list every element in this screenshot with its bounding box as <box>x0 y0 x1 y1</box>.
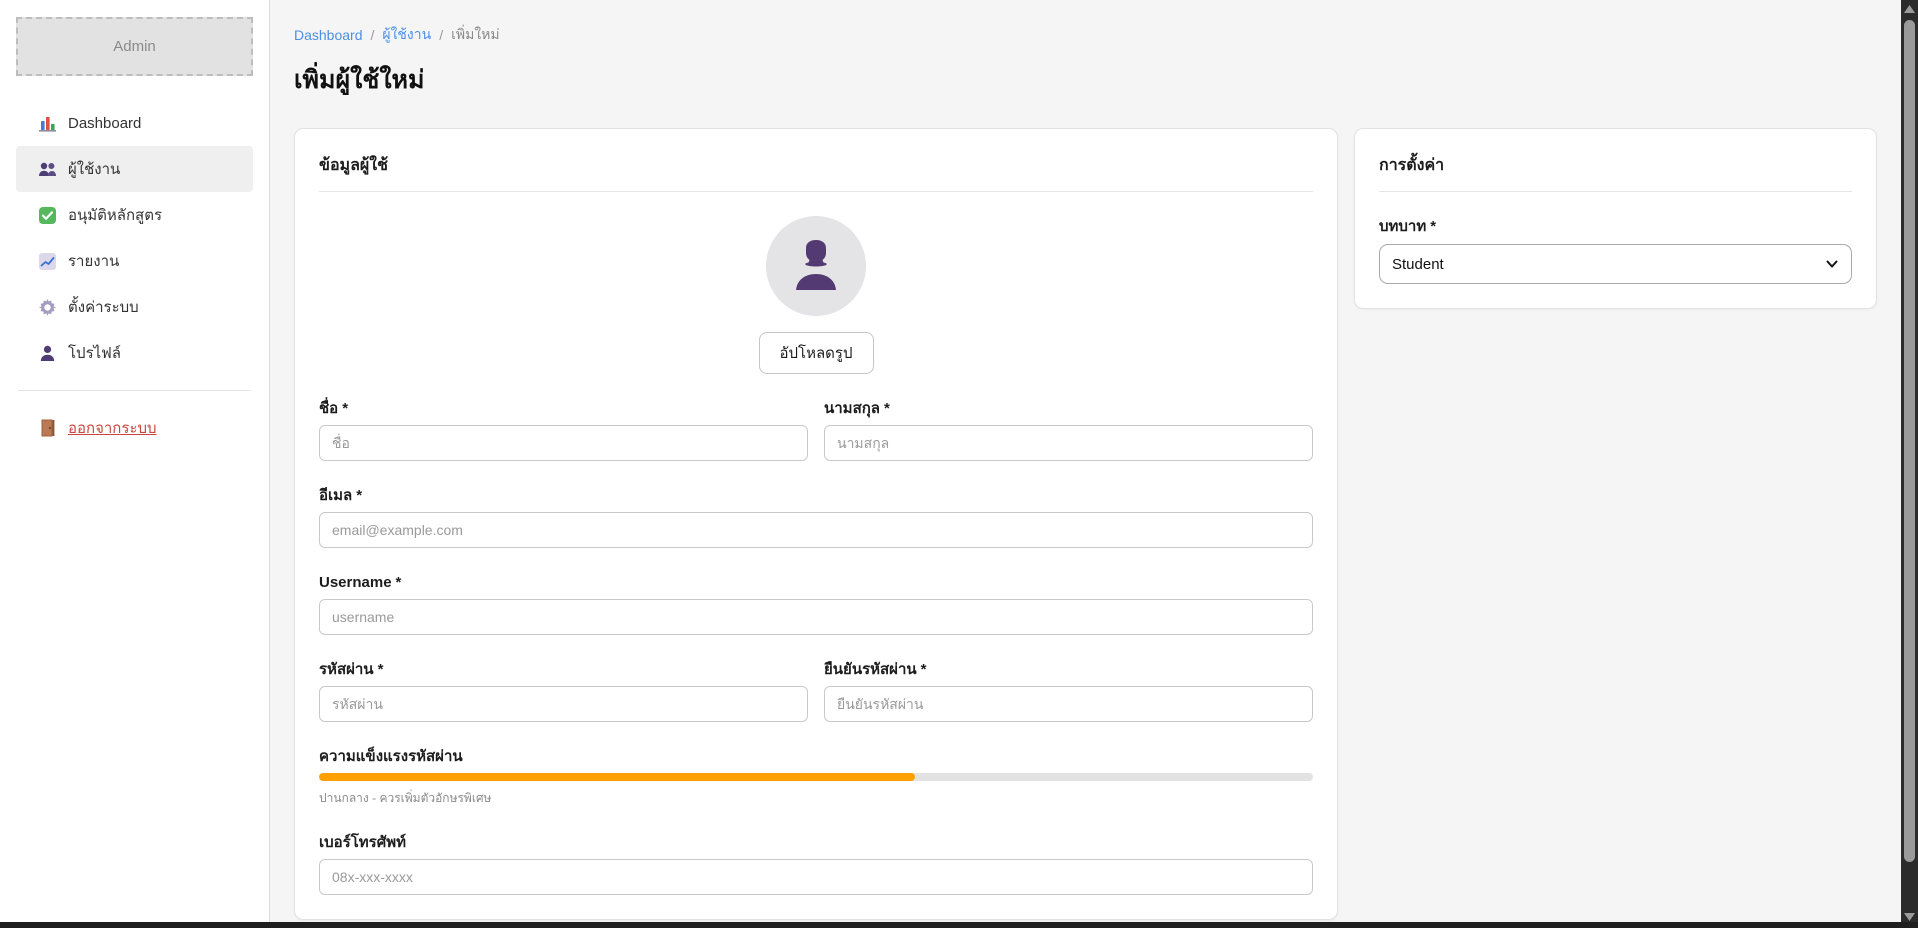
avatar-section: อัปโหลดรูป <box>319 216 1313 374</box>
email-input[interactable] <box>319 512 1313 548</box>
confirm-password-label: ยืนยันรหัสผ่าน* <box>824 659 1313 681</box>
required-asterisk: * <box>921 661 927 678</box>
approve-check-icon <box>38 206 57 225</box>
role-select-wrap: Student <box>1379 244 1852 284</box>
admin-logo-text: Admin <box>113 38 156 55</box>
sidebar-item-label: ผู้ใช้งาน <box>68 157 120 181</box>
last-name-input[interactable] <box>824 425 1313 461</box>
password-strength-fill <box>319 773 915 781</box>
password-strength-bar <box>319 773 1313 781</box>
password-label: รหัสผ่าน* <box>319 659 808 681</box>
required-asterisk: * <box>884 400 890 417</box>
scrollbar-thumb[interactable] <box>1904 20 1915 862</box>
dashboard-icon <box>38 114 57 133</box>
sidebar-item-system-settings[interactable]: ตั้งค่าระบบ <box>16 284 253 330</box>
confirm-password-input[interactable] <box>824 686 1313 722</box>
role-select[interactable]: Student <box>1379 244 1852 284</box>
sidebar-item-reports[interactable]: รายงาน <box>16 238 253 284</box>
sidebar-item-profile[interactable]: โปรไฟล์ <box>16 330 253 376</box>
last-name-label: นามสกุล* <box>824 398 1313 420</box>
user-info-card: ข้อมูลผู้ใช้ อัปโหลดรูป ชื่อ* นามสกุล* <box>294 128 1338 920</box>
required-asterisk: * <box>396 574 402 591</box>
bottom-edge-bar <box>0 922 1918 928</box>
gear-icon <box>38 298 57 317</box>
sidebar-item-label: รายงาน <box>68 249 119 273</box>
users-icon <box>38 160 57 179</box>
sidebar-item-label: ตั้งค่าระบบ <box>68 295 139 319</box>
sidebar: Admin Dashboard ผู้ใช้งาน อนุมัติหลักสูต… <box>0 0 270 928</box>
breadcrumb-separator: / <box>371 27 375 43</box>
report-chart-icon <box>38 252 57 271</box>
settings-card-title: การตั้งค่า <box>1379 153 1852 192</box>
password-strength-label: ความแข็งแรงรหัสผ่าน <box>319 746 1313 768</box>
breadcrumb-separator: / <box>439 27 443 43</box>
first-name-input[interactable] <box>319 425 808 461</box>
sidebar-nav: Dashboard ผู้ใช้งาน อนุมัติหลักสูตร รายง… <box>16 100 253 376</box>
logout-link[interactable]: ออกจากระบบ <box>16 405 253 451</box>
user-info-card-title: ข้อมูลผู้ใช้ <box>319 153 1313 192</box>
required-asterisk: * <box>342 400 348 417</box>
sidebar-divider <box>18 390 251 391</box>
settings-card: การตั้งค่า บทบาท* Student <box>1354 128 1877 309</box>
password-strength-helper: ปานกลาง - ควรเพิ่มตัวอักษรพิเศษ <box>319 789 1313 808</box>
sidebar-item-dashboard[interactable]: Dashboard <box>16 100 253 146</box>
first-name-label: ชื่อ* <box>319 398 808 420</box>
avatar-person-icon <box>790 238 842 294</box>
vertical-scrollbar[interactable] <box>1901 0 1918 928</box>
logout-label: ออกจากระบบ <box>68 416 157 440</box>
password-input[interactable] <box>319 686 808 722</box>
door-icon <box>38 419 57 438</box>
scroll-up-icon[interactable] <box>1904 5 1915 13</box>
phone-label: เบอร์โทรศัพท์ <box>319 832 1313 854</box>
name-row: ชื่อ* นามสกุล* <box>319 374 1313 461</box>
username-input[interactable] <box>319 599 1313 635</box>
phone-input[interactable] <box>319 859 1313 895</box>
sidebar-item-approve-courses[interactable]: อนุมัติหลักสูตร <box>16 192 253 238</box>
profile-icon <box>38 344 57 363</box>
breadcrumb: Dashboard / ผู้ใช้งาน / เพิ่มใหม่ <box>294 24 1877 46</box>
upload-photo-button[interactable]: อัปโหลดรูป <box>759 332 874 374</box>
admin-logo: Admin <box>16 17 253 76</box>
email-label: อีเมล* <box>319 485 1313 507</box>
sidebar-item-users[interactable]: ผู้ใช้งาน <box>16 146 253 192</box>
username-label: Username* <box>319 572 1313 594</box>
sidebar-item-label: โปรไฟล์ <box>68 341 121 365</box>
breadcrumb-current: เพิ่มใหม่ <box>451 24 500 46</box>
page-title: เพิ่มผู้ใช้ใหม่ <box>294 62 1877 98</box>
scroll-down-icon[interactable] <box>1904 913 1915 921</box>
breadcrumb-dashboard[interactable]: Dashboard <box>294 27 363 43</box>
sidebar-item-label: อนุมัติหลักสูตร <box>68 203 162 227</box>
required-asterisk: * <box>1430 218 1436 235</box>
avatar <box>766 216 866 316</box>
role-label: บทบาท* <box>1379 216 1852 238</box>
breadcrumb-users[interactable]: ผู้ใช้งาน <box>382 24 431 46</box>
required-asterisk: * <box>356 487 362 504</box>
sidebar-item-label: Dashboard <box>68 115 141 132</box>
cards-row: ข้อมูลผู้ใช้ อัปโหลดรูป ชื่อ* นามสกุล* <box>294 128 1877 920</box>
main-content: Dashboard / ผู้ใช้งาน / เพิ่มใหม่ เพิ่มผ… <box>270 0 1901 928</box>
password-row: รหัสผ่าน* ยืนยันรหัสผ่าน* <box>319 635 1313 722</box>
required-asterisk: * <box>378 661 384 678</box>
